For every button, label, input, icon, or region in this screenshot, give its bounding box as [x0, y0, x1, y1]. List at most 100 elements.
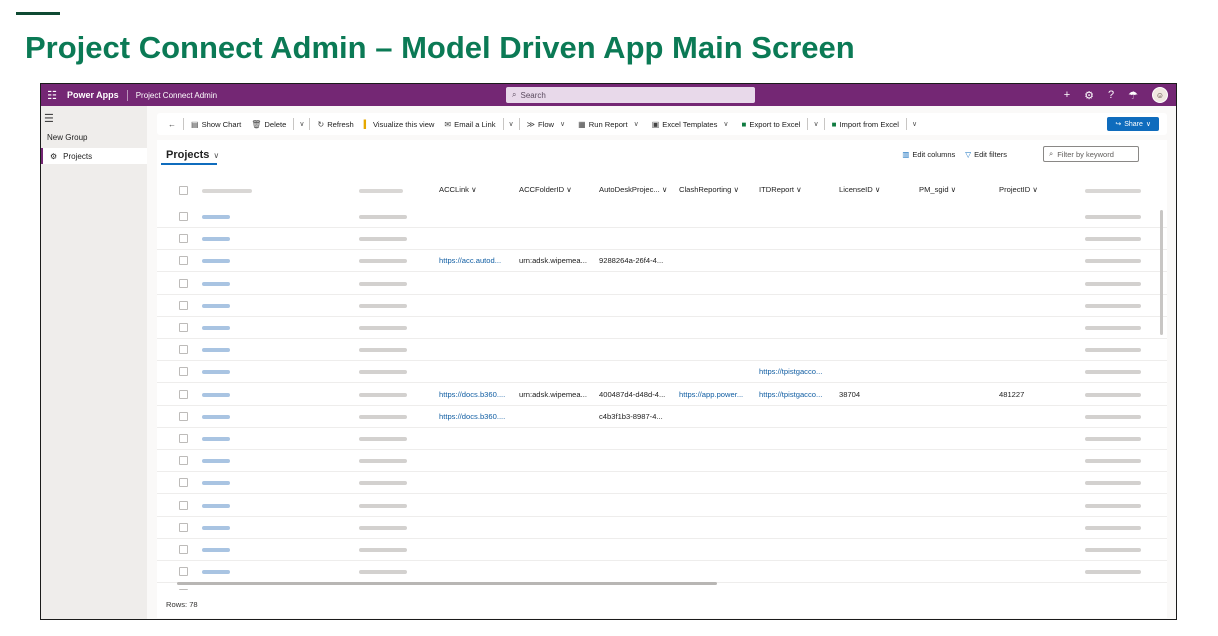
- row-checkbox[interactable]: [179, 256, 188, 266]
- row-checkbox[interactable]: [179, 478, 188, 488]
- table-cell[interactable]: https://tpistgacco...: [759, 390, 835, 399]
- table-row[interactable]: [157, 495, 1167, 517]
- filter-keyword-input[interactable]: ⌕ Filter by keyword: [1043, 146, 1139, 162]
- column-header[interactable]: ITDReport ∨: [759, 185, 802, 194]
- redacted-cell[interactable]: [202, 348, 230, 353]
- back-button[interactable]: ←: [163, 120, 181, 129]
- vertical-scrollbar[interactable]: [1160, 210, 1163, 335]
- redacted-cell[interactable]: [202, 525, 230, 530]
- table-cell[interactable]: https://tpistgacco...: [759, 367, 835, 376]
- run-report-button[interactable]: ▦ Run Report ∨: [573, 120, 647, 129]
- table-row[interactable]: https://acc.autod... urn:adsk.wipemea... 9…: [157, 250, 1167, 273]
- row-checkbox[interactable]: [179, 567, 188, 577]
- view-selector[interactable]: Projects ∨: [166, 149, 219, 161]
- row-checkbox[interactable]: [179, 389, 188, 399]
- row-checkbox[interactable]: [179, 456, 188, 466]
- table-row[interactable]: [157, 450, 1167, 473]
- table-row[interactable]: [157, 428, 1167, 450]
- table-row[interactable]: [157, 228, 1167, 251]
- redacted-cell[interactable]: [202, 437, 230, 441]
- app-name[interactable]: Project Connect Admin: [136, 91, 217, 100]
- redacted-cell[interactable]: [202, 392, 230, 397]
- hamburger-icon[interactable]: ☰: [41, 106, 147, 125]
- row-checkbox[interactable]: [179, 300, 188, 310]
- table-cell[interactable]: https://acc.autod...: [439, 256, 515, 265]
- excel-templates-button[interactable]: ▣ Excel Templates ∨: [647, 120, 737, 129]
- select-all-checkbox[interactable]: [179, 186, 188, 195]
- row-checkbox[interactable]: [179, 212, 188, 221]
- column-header[interactable]: ACCLink ∨: [439, 185, 477, 194]
- row-checkbox[interactable]: [179, 323, 188, 332]
- table-row[interactable]: https://tpistgacco...: [157, 361, 1167, 384]
- table-row[interactable]: [157, 339, 1167, 362]
- delete-button[interactable]: 🗑 Delete: [246, 120, 291, 129]
- help-icon[interactable]: ?: [1108, 89, 1114, 101]
- column-header[interactable]: PM_sgid ∨: [919, 185, 956, 194]
- column-header-redacted[interactable]: [1085, 189, 1141, 193]
- sidebar-item-projects[interactable]: ⚙ Projects: [41, 148, 147, 164]
- column-header[interactable]: LicenseID ∨: [839, 185, 880, 194]
- redacted-cell[interactable]: [202, 259, 230, 264]
- column-header[interactable]: AutoDeskProjec... ∨: [599, 185, 667, 194]
- table-row[interactable]: [157, 273, 1167, 295]
- table-row[interactable]: [157, 295, 1167, 317]
- chevron-down-icon[interactable]: ∨: [506, 120, 517, 128]
- redacted-cell[interactable]: [202, 503, 230, 508]
- table-row[interactable]: [157, 561, 1167, 584]
- email-link-button[interactable]: ✉ Email a Link: [439, 120, 500, 129]
- copilot-icon[interactable]: ☂: [1128, 89, 1138, 102]
- column-header-redacted[interactable]: [359, 189, 403, 193]
- table-row[interactable]: [157, 539, 1167, 561]
- row-checkbox[interactable]: [179, 522, 188, 532]
- plus-icon[interactable]: +: [1064, 89, 1070, 101]
- column-header-redacted[interactable]: [202, 189, 252, 193]
- row-checkbox[interactable]: [179, 411, 188, 421]
- redacted-cell[interactable]: [202, 237, 230, 242]
- avatar[interactable]: ☺: [1152, 87, 1168, 103]
- waffle-icon[interactable]: ☷: [41, 89, 63, 102]
- table-cell[interactable]: https://app.power...: [679, 390, 755, 399]
- column-header[interactable]: ProjectID ∨: [999, 185, 1038, 194]
- flow-button[interactable]: ≫ Flow ∨: [522, 120, 574, 129]
- redacted-cell[interactable]: [202, 459, 230, 464]
- chevron-down-icon[interactable]: ∨: [810, 120, 821, 128]
- redacted-cell[interactable]: [202, 281, 230, 286]
- gear-icon[interactable]: ⚙: [1084, 89, 1094, 102]
- brand-label[interactable]: Power Apps: [67, 90, 119, 100]
- redacted-cell[interactable]: [202, 303, 230, 308]
- row-checkbox[interactable]: [179, 589, 188, 590]
- redacted-cell[interactable]: [202, 414, 230, 419]
- edit-columns-button[interactable]: ▥ Edit columns: [902, 150, 955, 159]
- edit-filters-button[interactable]: ▽ Edit filters: [965, 150, 1007, 159]
- export-excel-button[interactable]: ■ Export to Excel: [737, 120, 806, 129]
- column-header[interactable]: ACCFolderID ∨: [519, 185, 572, 194]
- table-row[interactable]: [157, 206, 1167, 228]
- chevron-down-icon[interactable]: ∨: [909, 120, 920, 128]
- global-search[interactable]: ⌕ Search: [506, 87, 755, 103]
- table-row[interactable]: [157, 517, 1167, 539]
- row-checkbox[interactable]: [179, 367, 188, 377]
- table-row[interactable]: https://docs.b360.... c4b3f1b3-8987-4...: [157, 406, 1167, 428]
- horizontal-scrollbar[interactable]: [177, 582, 717, 585]
- redacted-cell[interactable]: [202, 326, 230, 330]
- column-header[interactable]: ClashReporting ∨: [679, 185, 739, 194]
- table-cell[interactable]: https://docs.b360....: [439, 412, 515, 421]
- import-excel-button[interactable]: ■ Import from Excel: [827, 120, 904, 129]
- show-chart-button[interactable]: ▤ Show Chart: [186, 120, 246, 129]
- row-checkbox[interactable]: [179, 278, 188, 288]
- redacted-cell[interactable]: [202, 215, 230, 219]
- row-checkbox[interactable]: [179, 345, 188, 355]
- table-row[interactable]: [157, 472, 1167, 495]
- share-button[interactable]: ↪ Share ∨: [1107, 117, 1159, 131]
- redacted-cell[interactable]: [202, 370, 230, 375]
- table-row[interactable]: https://docs.b360.... urn:adsk.wipemea...…: [157, 384, 1167, 406]
- refresh-button[interactable]: ↻ Refresh: [312, 120, 358, 129]
- row-checkbox[interactable]: [179, 434, 188, 443]
- row-checkbox[interactable]: [179, 500, 188, 510]
- redacted-cell[interactable]: [202, 481, 230, 486]
- row-checkbox[interactable]: [179, 234, 188, 244]
- row-checkbox[interactable]: [179, 545, 188, 554]
- table-cell[interactable]: https://docs.b360....: [439, 390, 515, 399]
- redacted-cell[interactable]: [202, 548, 230, 552]
- redacted-cell[interactable]: [202, 570, 230, 575]
